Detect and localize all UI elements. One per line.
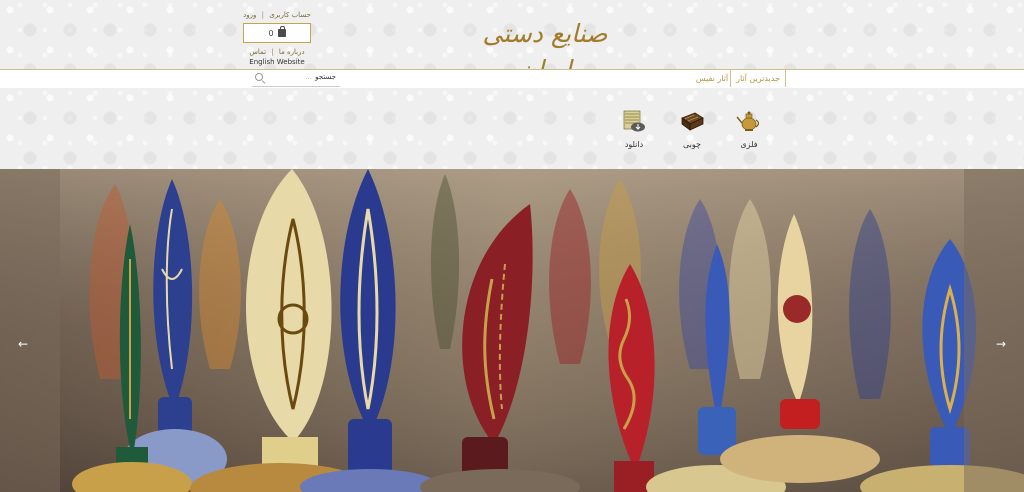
site-logo[interactable]: صنایع دستی ایران xyxy=(470,16,620,84)
wooden-box-icon xyxy=(679,108,705,134)
slider-next-arrow-icon[interactable]: → xyxy=(996,337,1006,351)
category-metal[interactable]: فلزی xyxy=(727,108,771,149)
login-link[interactable]: ورود xyxy=(243,11,256,19)
category-label: چوبی xyxy=(683,140,701,149)
slider-prev-arrow-icon[interactable]: ← xyxy=(18,337,28,351)
english-website-link[interactable]: English Website xyxy=(240,57,314,67)
cart-button[interactable]: 0 xyxy=(243,23,311,43)
nav-item-newest-works[interactable]: جدیدترین آثار xyxy=(730,70,786,87)
search-icon[interactable] xyxy=(255,73,263,81)
nav-item-precious-works[interactable]: آثار نفیس xyxy=(690,70,734,87)
category-wood[interactable]: چوبی xyxy=(670,108,714,149)
about-link[interactable]: درباره ما xyxy=(279,48,305,56)
info-links: درباره ما | تماس xyxy=(240,47,314,57)
contact-link[interactable]: تماس xyxy=(249,48,266,56)
user-box: حساب کاربری | ورود 0 درباره ما | تماس En… xyxy=(240,10,314,67)
category-bar: فلزی چوبی دانلود xyxy=(0,88,1024,169)
teapot-icon xyxy=(736,108,762,134)
separator: | xyxy=(261,11,264,19)
account-links: حساب کاربری | ورود xyxy=(240,10,314,20)
shopping-bag-icon xyxy=(277,26,286,37)
search-box[interactable]: ... جستجو xyxy=(252,70,340,87)
navigation-bar: ... جستجو جدیدترین آثار آثار نفیس xyxy=(0,69,1024,89)
hero-slider[interactable]: ← → xyxy=(0,169,1024,492)
category-download[interactable]: دانلود xyxy=(612,108,656,149)
hero-image xyxy=(0,169,1024,492)
account-link[interactable]: حساب کاربری xyxy=(269,11,311,19)
cart-count: 0 xyxy=(268,28,274,38)
site-header: حساب کاربری | ورود 0 درباره ما | تماس En… xyxy=(0,0,1024,84)
separator: | xyxy=(271,48,274,56)
category-label: فلزی xyxy=(740,140,758,149)
download-cloud-icon xyxy=(621,108,647,134)
category-label: دانلود xyxy=(624,140,644,149)
search-placeholder: ... xyxy=(305,73,312,81)
search-input[interactable]: جستجو xyxy=(315,73,336,81)
